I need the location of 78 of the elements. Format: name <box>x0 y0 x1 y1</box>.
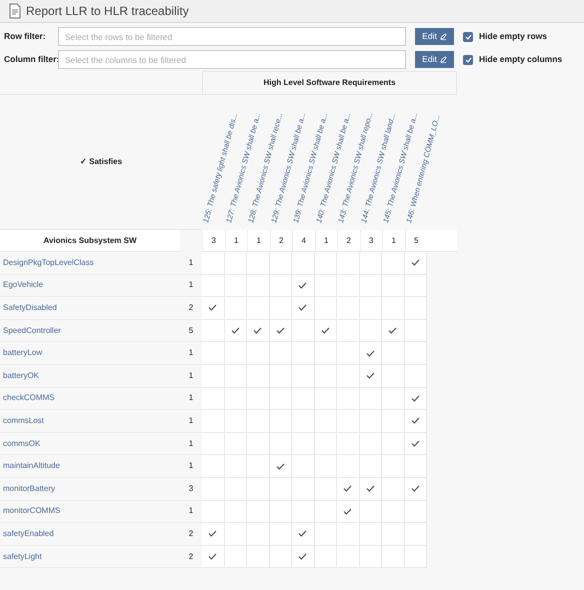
check-icon <box>298 553 308 560</box>
row-name-link[interactable]: maintainAltitude <box>3 460 60 472</box>
row-count: 1 <box>188 256 194 269</box>
check-icon <box>410 485 420 492</box>
row-name-link[interactable]: batteryOK <box>3 370 40 382</box>
row-name-link[interactable]: monitorCOMMS <box>3 505 60 518</box>
column-count: 2 <box>279 234 284 246</box>
filter-label: Column filter: <box>4 53 58 66</box>
check-icon <box>366 485 375 492</box>
checkbox[interactable] <box>463 32 473 42</box>
row-count: 3 <box>188 482 194 495</box>
filter-label: Row filter: <box>4 30 47 43</box>
check-icon <box>298 282 308 289</box>
check-icon <box>276 327 285 334</box>
row-group-header: Avionics Subsystem SW <box>43 234 137 246</box>
check-icon <box>208 553 218 560</box>
check-icon <box>410 394 420 402</box>
filter-field[interactable]: Select the rows to be filtered <box>58 27 406 46</box>
checkbox[interactable] <box>463 54 473 64</box>
checkbox-label: Hide empty columns <box>479 53 562 66</box>
row-name-link[interactable]: safetyEnabled <box>3 528 54 540</box>
column-count: 3 <box>369 234 374 246</box>
check-icon <box>410 259 420 266</box>
check-icon <box>298 530 308 538</box>
check-icon <box>410 440 420 448</box>
row-count: 1 <box>188 438 194 450</box>
row-name-link[interactable]: DesignPkgTopLevelClass <box>3 256 94 269</box>
row-count: 2 <box>188 302 194 314</box>
column-count: 1 <box>234 234 238 246</box>
filter-field[interactable]: Select the columns to be filtered <box>58 50 406 69</box>
column-count: 1 <box>256 234 261 246</box>
check-icon <box>276 462 285 470</box>
row-count: 2 <box>188 550 194 563</box>
row-count: 1 <box>188 279 194 292</box>
row-name-link[interactable]: monitorBattery <box>3 482 56 495</box>
check-icon <box>320 327 330 334</box>
row-name-link[interactable]: checkCOMMS <box>3 392 55 404</box>
check-icon <box>298 304 308 312</box>
relation-label: ✓ Satisfies <box>80 156 122 168</box>
pencil-icon <box>440 33 447 40</box>
check-icon <box>366 350 375 357</box>
column-count: 4 <box>302 234 306 246</box>
row-count: 2 <box>188 528 194 540</box>
row-name-link[interactable]: SpeedController <box>3 324 61 337</box>
check-icon <box>410 417 420 424</box>
column-count: 1 <box>324 234 328 246</box>
edit-button[interactable]: Edit <box>415 51 454 68</box>
row-count: 1 <box>188 392 194 404</box>
check-icon <box>388 327 398 334</box>
check-icon <box>343 485 352 492</box>
check-icon <box>208 530 218 538</box>
check-icon <box>366 372 375 380</box>
column-count: 3 <box>212 234 216 246</box>
check-icon <box>230 327 240 334</box>
check-icon <box>253 327 262 334</box>
column-count: 1 <box>392 234 396 246</box>
row-count: 1 <box>188 370 194 382</box>
pencil-icon <box>440 56 447 63</box>
row-count: 5 <box>188 324 194 337</box>
row-name-link[interactable]: safetyLight <box>3 550 42 563</box>
check-icon <box>208 304 218 312</box>
row-count: 1 <box>188 347 194 360</box>
row-name-link[interactable]: batteryLow <box>3 347 42 360</box>
checkbox-label: Hide empty rows <box>479 30 548 43</box>
row-name-link[interactable]: EgoVehicle <box>3 279 44 292</box>
column-count: 2 <box>346 234 351 246</box>
row-count: 1 <box>188 460 194 472</box>
check-icon <box>343 508 352 515</box>
row-name-link[interactable]: SafetyDisabled <box>3 302 57 314</box>
report-icon <box>8 3 22 19</box>
row-name-link[interactable]: commsLost <box>3 414 44 427</box>
edit-button[interactable]: Edit <box>415 28 454 45</box>
row-name-link[interactable]: commsOK <box>3 438 40 450</box>
row-count: 1 <box>188 414 194 427</box>
window-title: Report LLR to HLR traceability <box>26 3 189 20</box>
column-count: 5 <box>414 234 418 246</box>
column-group-header: High Level Software Requirements <box>263 77 396 89</box>
row-count: 1 <box>188 505 194 518</box>
